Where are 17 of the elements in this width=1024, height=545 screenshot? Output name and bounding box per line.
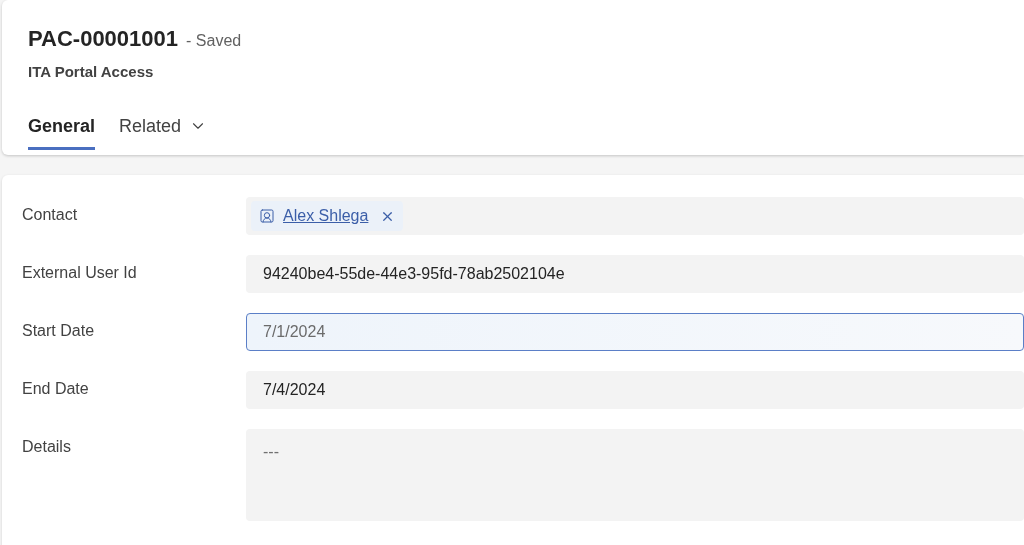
field-label: Contact: [21, 205, 79, 225]
contact-icon: [259, 208, 275, 224]
text-field[interactable]: 7/4/2024: [246, 371, 1024, 409]
field-label: External User Id: [21, 263, 138, 283]
field-label: Details: [21, 437, 72, 457]
field-label: Start Date: [21, 321, 96, 341]
text-field[interactable]: 94240be4-55de-44e3-95fd-78ab2502104e: [246, 255, 1024, 293]
text-field[interactable]: 7/1/2024: [246, 313, 1024, 351]
entity-name: ITA Portal Access: [28, 62, 155, 82]
save-status: - Saved: [186, 31, 242, 51]
record-title: PAC-00001001: [28, 25, 179, 53]
details-field[interactable]: ---: [246, 429, 1024, 521]
tab[interactable]: Related: [119, 105, 208, 150]
field-label: End Date: [21, 379, 90, 399]
tab[interactable]: General: [28, 105, 96, 150]
contact-link[interactable]: Alex Shlega: [283, 204, 369, 228]
lookup-field[interactable]: Alex Shlega: [246, 197, 1024, 235]
